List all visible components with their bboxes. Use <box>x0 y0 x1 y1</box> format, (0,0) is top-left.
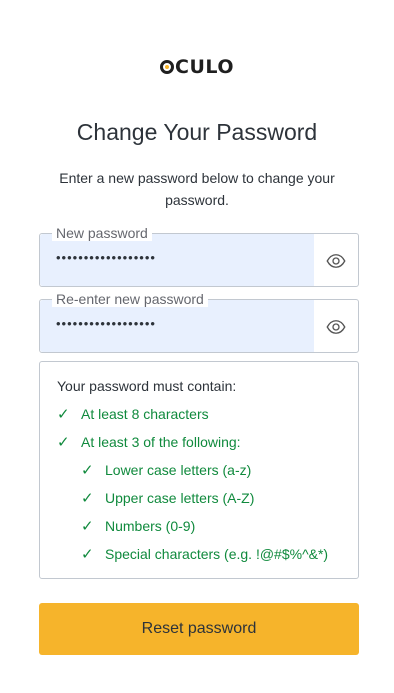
requirement-item: ✓ At least 8 characters <box>57 405 209 423</box>
requirement-text: Lower case letters (a-z) <box>105 462 252 478</box>
requirement-text: At least 8 characters <box>81 406 209 422</box>
requirement-text: Numbers (0-9) <box>105 518 196 534</box>
check-icon: ✓ <box>81 462 94 479</box>
oculo-logo: CULO <box>0 56 394 78</box>
reset-password-button[interactable]: Reset password <box>39 603 359 655</box>
requirement-text: Special characters (e.g. !@#$%^&*) <box>105 546 329 562</box>
requirement-item: ✓ Lower case letters (a-z) <box>81 461 251 479</box>
requirement-text: At least 3 of the following: <box>81 434 241 450</box>
check-icon: ✓ <box>57 434 70 451</box>
reenter-password-field[interactable]: •••••••••••••••••• Re-enter new password <box>39 291 359 353</box>
check-icon: ✓ <box>81 546 94 563</box>
check-icon: ✓ <box>81 490 94 507</box>
check-icon: ✓ <box>57 406 70 423</box>
logo-text: CULO <box>175 56 234 78</box>
eye-icon[interactable] <box>326 251 346 271</box>
requirement-item: ✓ At least 3 of the following: <box>57 433 241 451</box>
new-password-label: New password <box>52 225 152 241</box>
requirement-item: ✓ Upper case letters (A-Z) <box>81 489 254 507</box>
requirement-text: Upper case letters (A-Z) <box>105 490 255 506</box>
check-icon: ✓ <box>81 518 94 535</box>
requirement-item: ✓ Special characters (e.g. !@#$%^&*) <box>81 545 328 563</box>
page-title: Change Your Password <box>76 119 318 145</box>
requirements-heading: Your password must contain: <box>57 378 237 394</box>
page-subtitle: Enter a new password below to change you… <box>59 170 335 208</box>
requirement-item: ✓ Numbers (0-9) <box>81 517 195 535</box>
reenter-password-value[interactable]: •••••••••••••••••• <box>56 316 156 331</box>
logo-o-icon <box>160 60 175 74</box>
new-password-value[interactable]: •••••••••••••••••• <box>56 250 156 265</box>
new-password-field[interactable]: •••••••••••••••••• New password <box>39 225 359 287</box>
eye-icon[interactable] <box>326 317 346 337</box>
reenter-password-label: Re-enter new password <box>52 291 208 307</box>
password-requirements: Your password must contain: ✓ At least 8… <box>39 361 359 579</box>
